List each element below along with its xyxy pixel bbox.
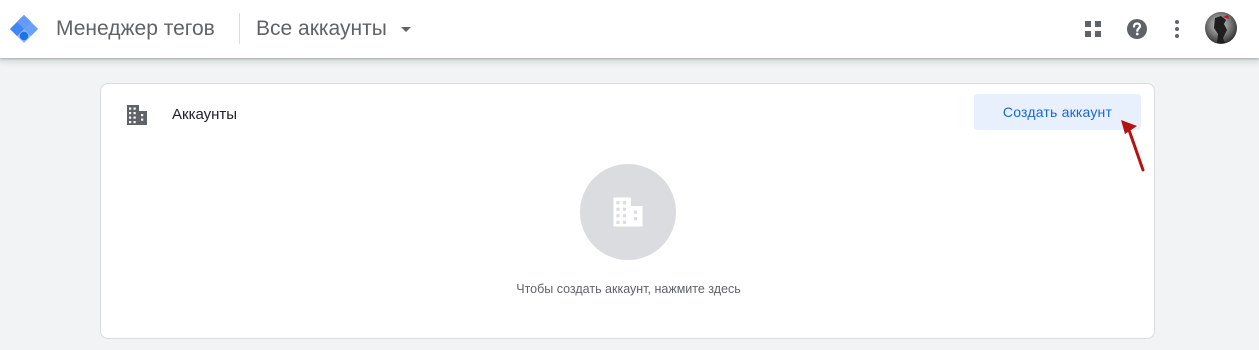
help-icon (1127, 19, 1147, 39)
empty-state-text[interactable]: Чтобы создать аккаунт, нажмите здесь (101, 281, 1156, 297)
building-icon (127, 105, 147, 125)
title-divider (239, 13, 240, 44)
card-title: Аккаунты (172, 106, 238, 123)
apps-button[interactable] (1078, 14, 1108, 44)
more-vert-icon (1175, 20, 1179, 38)
product-name: Менеджер тегов (56, 17, 215, 40)
annotation-arrow-icon (1121, 120, 1145, 172)
avatar-image-icon (1214, 15, 1229, 43)
accounts-card: Аккаунты Создать аккаунт Чтобы создать а… (100, 83, 1155, 339)
more-options-button[interactable] (1162, 14, 1192, 44)
help-button[interactable] (1122, 14, 1152, 44)
chevron-down-icon (400, 26, 411, 32)
app-bar: Менеджер тегов Все аккаунты (0, 0, 1259, 58)
avatar[interactable] (1205, 12, 1237, 44)
tag-manager-logo[interactable] (8, 13, 40, 45)
building-icon (613, 197, 643, 227)
empty-state-circle[interactable] (580, 164, 676, 260)
account-selector[interactable]: Все аккаунты (248, 11, 419, 47)
apps-icon (1085, 21, 1101, 37)
account-selector-label: Все аккаунты (256, 17, 387, 40)
